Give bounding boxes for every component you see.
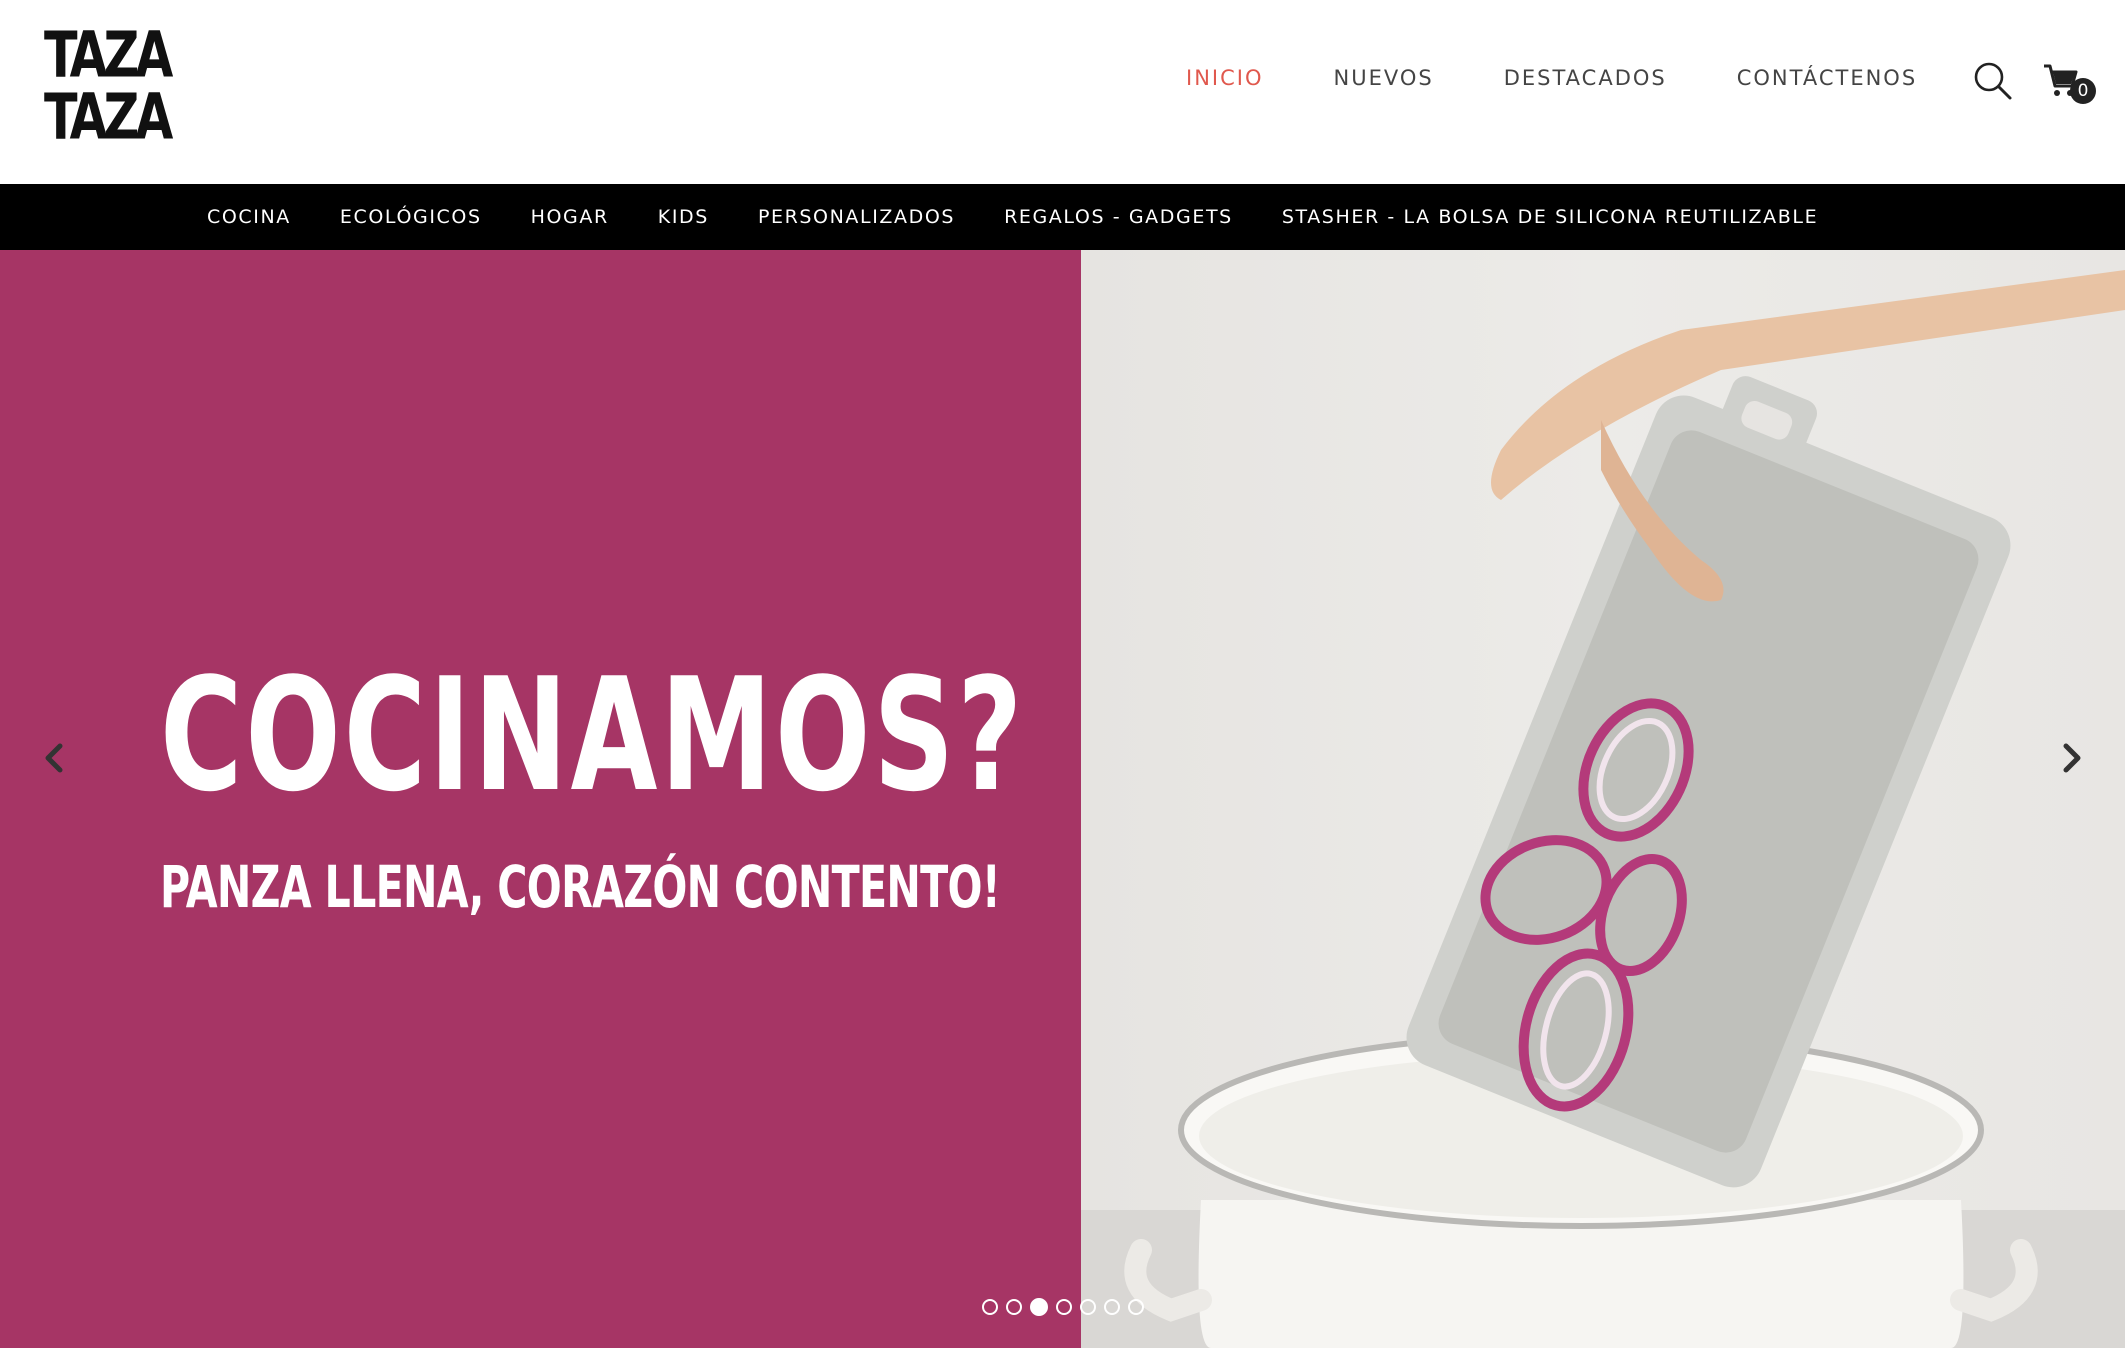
hero-text-panel: COCINAMOS? PANZA LLENA, CORAZÓN CONTENTO… [0, 250, 1081, 1348]
slider-dot[interactable] [1128, 1299, 1144, 1315]
slider-dot[interactable] [1080, 1299, 1096, 1315]
category-stasher[interactable]: STASHER - LA BOLSA DE SILICONA REUTILIZA… [1282, 206, 1818, 228]
category-ecologicos[interactable]: ECOLÓGICOS [340, 206, 482, 228]
slider-dot[interactable] [1006, 1299, 1022, 1315]
category-bar: COCINA ECOLÓGICOS HOGAR KIDS PERSONALIZA… [0, 184, 2125, 250]
category-kids[interactable]: KIDS [658, 206, 709, 228]
chevron-left-icon [45, 743, 63, 773]
slider-dot[interactable] [1056, 1299, 1072, 1315]
search-button[interactable] [1972, 60, 2014, 102]
search-icon [1974, 62, 2012, 100]
logo-line-1: TAZA [44, 18, 173, 93]
slider-dot[interactable] [1104, 1299, 1120, 1315]
cutting-board-pot-illustration [1081, 270, 2125, 1348]
slider-next-button[interactable] [2040, 728, 2100, 788]
category-hogar[interactable]: HOGAR [531, 206, 609, 228]
category-personalizados[interactable]: PERSONALIZADOS [758, 206, 955, 228]
site-header: TAZA TAZA INICIO NUEVOS DESTACADOS CONTÁ… [0, 0, 2125, 184]
slider-dot[interactable] [982, 1299, 998, 1315]
cart-button[interactable]: 0 [2042, 60, 2096, 110]
nav-destacados[interactable]: DESTACADOS [1504, 66, 1667, 90]
category-regalos-gadgets[interactable]: REGALOS - GADGETS [1004, 206, 1233, 228]
main-navigation: INICIO NUEVOS DESTACADOS CONTÁCTENOS [1186, 66, 1987, 90]
taza-taza-logo[interactable]: TAZA TAZA [44, 18, 173, 155]
slider-pagination [982, 1298, 1144, 1316]
nav-contactenos[interactable]: CONTÁCTENOS [1737, 66, 1917, 90]
cart-count-badge: 0 [2070, 78, 2096, 104]
nav-inicio[interactable]: INICIO [1186, 66, 1263, 90]
slider-prev-button[interactable] [26, 728, 86, 788]
hero-slider: COCINAMOS? PANZA LLENA, CORAZÓN CONTENTO… [0, 250, 2125, 1348]
logo-line-2: TAZA [44, 80, 173, 155]
nav-nuevos[interactable]: NUEVOS [1333, 66, 1433, 90]
hero-headline: COCINAMOS? [160, 644, 1026, 826]
chevron-right-icon [2063, 743, 2081, 773]
hero-product-photo [1081, 250, 2125, 1348]
category-cocina[interactable]: COCINA [207, 206, 291, 228]
hero-subline: PANZA LLENA, CORAZÓN CONTENTO! [160, 853, 1001, 921]
slider-dot[interactable] [1030, 1298, 1048, 1316]
